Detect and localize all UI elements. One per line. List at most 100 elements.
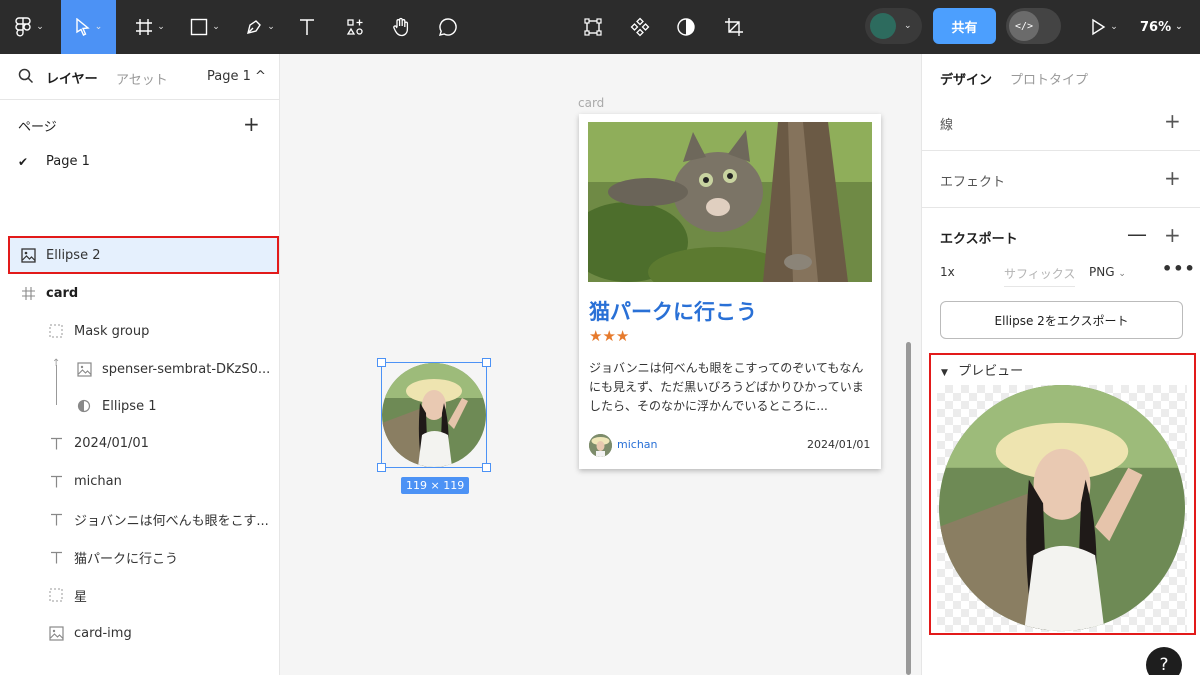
page-item-page-1[interactable]: ✔ Page 1: [18, 154, 90, 169]
more-options-icon[interactable]: •••: [1162, 259, 1196, 278]
image-icon: [76, 361, 92, 377]
export-scale[interactable]: 1x: [940, 265, 955, 279]
search-icon[interactable]: [18, 68, 34, 84]
layer-title-text[interactable]: 猫パークに行こう: [0, 538, 280, 576]
pages-title: ページ: [18, 120, 57, 135]
card-frame[interactable]: 猫パークに行こう ★★★ ジョバンニは何べんも眼をこすってのぞいてもなんにも見え…: [579, 114, 881, 469]
preview-toggle[interactable]: ▼ プレビュー: [941, 360, 1023, 379]
dev-mode-toggle[interactable]: </>: [1006, 8, 1061, 44]
layer-label: 星: [74, 589, 88, 605]
page-selector[interactable]: Page 1 ^: [207, 69, 266, 84]
export-format-select[interactable]: PNG ⌄: [1089, 265, 1126, 279]
frame-tool-button[interactable]: ⌄: [128, 0, 172, 54]
cat-photo: [588, 122, 872, 282]
add-stroke-button[interactable]: +: [1164, 109, 1181, 133]
card-date[interactable]: 2024/01/01: [807, 438, 870, 451]
hand-tool-button[interactable]: [386, 0, 416, 54]
woman-photo: [939, 385, 1185, 631]
help-button[interactable]: ?: [1146, 647, 1182, 675]
card-stars[interactable]: ★★★: [589, 327, 629, 345]
layer-mask-group[interactable]: Mask group: [0, 312, 280, 350]
layer-label: Ellipse 1: [102, 398, 157, 414]
export-settings-row: 1x サフィックス PNG ⌄ •••: [940, 259, 1195, 289]
share-button[interactable]: 共有: [933, 8, 996, 44]
group-icon: [48, 323, 64, 339]
card-user[interactable]: michan: [617, 438, 658, 451]
canvas[interactable]: card 猫パークに行こう ★★★ ジョバンニは何べんも眼をこすってのぞいてもな…: [281, 54, 921, 675]
pen-tool-button[interactable]: ⌄: [238, 0, 282, 54]
text-icon: [48, 473, 64, 489]
remove-export-button[interactable]: —: [1127, 222, 1147, 246]
layer-user-text[interactable]: michan: [0, 462, 280, 500]
transform-icon: [584, 18, 602, 36]
export-suffix-input[interactable]: サフィックス: [1004, 265, 1076, 287]
present-button[interactable]: ⌄: [1086, 0, 1122, 54]
zoom-label: 76%: [1140, 19, 1172, 35]
layer-card[interactable]: card: [0, 274, 280, 312]
text-tool-button[interactable]: [292, 0, 322, 54]
chevron-down-icon: ⌄: [1175, 22, 1183, 32]
play-icon: [1092, 18, 1106, 36]
mask-ellipse-icon: [76, 398, 92, 414]
tab-assets[interactable]: アセット: [116, 69, 168, 88]
image-icon: [20, 247, 36, 263]
ellipse-2-selection[interactable]: [377, 358, 491, 472]
layer-label: michan: [74, 473, 122, 489]
avatar-photo: [589, 434, 612, 457]
component-button[interactable]: [625, 0, 655, 54]
card-body[interactable]: ジョバンニは何べんも眼をこすってのぞいてもなんにも見えず、ただ黒いびろうどばかり…: [589, 359, 871, 416]
tab-design[interactable]: デザイン: [940, 69, 992, 88]
chevron-down-icon: ⌄: [94, 22, 103, 32]
user-menu-button[interactable]: ⌄: [865, 8, 922, 44]
comment-tool-button[interactable]: [433, 0, 463, 54]
card-avatar[interactable]: [589, 434, 612, 457]
resources-icon: [346, 19, 363, 35]
card-title[interactable]: 猫パークに行こう: [589, 296, 757, 326]
preview-label: プレビュー: [958, 364, 1024, 379]
export-button[interactable]: Ellipse 2をエクスポート: [940, 301, 1183, 339]
cursor-icon: [76, 18, 90, 36]
frame-icon: [20, 285, 36, 301]
comment-icon: [438, 18, 457, 36]
crop-button[interactable]: [719, 0, 749, 54]
canvas-scrollbar[interactable]: [906, 342, 911, 675]
main-menu-button[interactable]: ⌄: [8, 0, 50, 54]
zoom-control[interactable]: 76% ⌄: [1140, 0, 1183, 54]
move-tool-button[interactable]: ⌄: [61, 0, 116, 54]
resize-handle-nw[interactable]: [377, 358, 386, 367]
resize-handle-sw[interactable]: [377, 463, 386, 472]
chevron-down-icon: ⌄: [157, 22, 165, 32]
left-panel-tabs: レイヤー アセット Page 1 ^: [0, 54, 279, 100]
layer-ellipse-2[interactable]: Ellipse 2: [8, 236, 279, 274]
layer-label: card: [46, 285, 79, 301]
layer-ellipse-1[interactable]: Ellipse 1: [0, 387, 280, 425]
resources-button[interactable]: [340, 0, 370, 54]
layer-label: 猫パークに行こう: [74, 551, 179, 567]
resize-handle-ne[interactable]: [482, 358, 491, 367]
effect-section: エフェクト +: [922, 151, 1200, 208]
layer-date-text[interactable]: 2024/01/01: [0, 424, 280, 462]
layer-body-text[interactable]: ジョバンニは何べんも眼をこす...: [0, 500, 280, 538]
properties-panel: デザイン プロトタイプ 線 + エフェクト + エクスポート — + 1x サフ…: [921, 54, 1200, 675]
chevron-down-icon: ⌄: [904, 21, 912, 31]
layer-card-img[interactable]: card-img: [0, 614, 280, 652]
mask-button[interactable]: [671, 0, 701, 54]
layer-spenser-image[interactable]: spenser-sembrat-DKzS0...: [0, 350, 280, 388]
resize-handle-se[interactable]: [482, 463, 491, 472]
ellipse-2-image[interactable]: [382, 363, 486, 467]
transform-button[interactable]: [578, 0, 608, 54]
add-effect-button[interactable]: +: [1164, 166, 1181, 190]
text-icon: [48, 511, 64, 527]
layer-stars-group[interactable]: 星: [0, 576, 280, 614]
tab-layers[interactable]: レイヤー: [46, 68, 98, 87]
frame-label[interactable]: card: [578, 96, 604, 110]
add-page-button[interactable]: +: [243, 112, 260, 136]
check-icon: ✔: [18, 154, 29, 169]
card-image-cat[interactable]: [588, 122, 872, 282]
shape-tool-button[interactable]: ⌄: [183, 0, 227, 54]
chevron-down-icon: ⌄: [36, 22, 44, 32]
code-icon: </>: [1009, 11, 1039, 41]
add-export-button[interactable]: +: [1164, 223, 1181, 247]
tab-prototype[interactable]: プロトタイプ: [1010, 69, 1088, 88]
group-icon: [48, 587, 64, 603]
